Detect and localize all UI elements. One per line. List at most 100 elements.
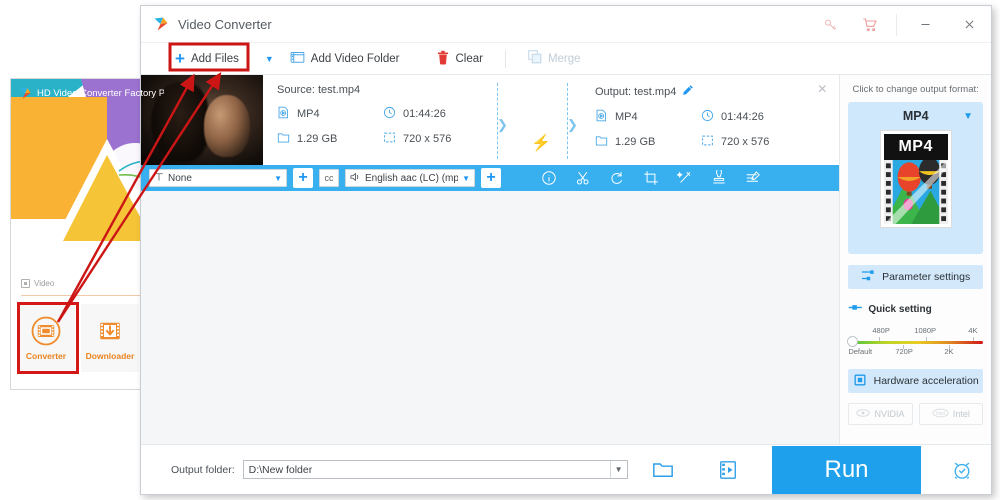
output-folder-input[interactable]: D:\New folder ▼ [242, 460, 628, 479]
conversion-separator: ❯ ❯ ⚡ [493, 75, 581, 165]
merge-icon [528, 50, 542, 67]
output-format: MP4 [615, 111, 638, 123]
audio-track-select[interactable]: English aac (LC) (mp ▼ [345, 169, 475, 187]
chevron-down-icon[interactable]: ▼ [963, 111, 973, 122]
chevron-right-icon-left: ❯ [497, 117, 508, 132]
content-area: Source: test.mp4 MP4 01:44:26 1.29 GB 72… [141, 75, 991, 460]
nvidia-label: NVIDIA [874, 409, 905, 419]
slider-track[interactable] [850, 341, 983, 344]
open-video-icon[interactable] [718, 460, 740, 480]
quick-setting-icon [848, 303, 863, 315]
app-logo-icon [19, 87, 32, 100]
output-info-pane: Output: test.mp4 MP4 01:44:26 1.29 GB 72… [581, 75, 839, 165]
clear-button[interactable]: Clear [431, 43, 488, 75]
format-hint: Click to change output format: [852, 84, 979, 95]
hardware-acceleration-label: Hardware acceleration [873, 375, 979, 387]
slider-handle[interactable] [847, 336, 859, 347]
nvidia-chip[interactable]: NVIDIA [848, 403, 913, 425]
audio-track-value: English aac (LC) (mp [365, 172, 459, 184]
rotate-icon[interactable] [609, 170, 625, 186]
quick-setting-row: Quick setting [848, 303, 983, 315]
alarm-clock-icon[interactable] [951, 459, 973, 486]
output-size-cell: 1.29 GB [595, 134, 701, 150]
add-subtitle-button[interactable]: + [293, 168, 313, 188]
window-controls [810, 6, 991, 43]
slider-label-1080p: 1080P [914, 326, 937, 335]
add-files-dropdown-icon[interactable]: ▼ [265, 54, 274, 64]
background-window-title: HD Video Converter Factory Pro [37, 88, 164, 99]
subtitle-edit-icon[interactable] [745, 170, 761, 186]
window-title: Video Converter [178, 16, 272, 32]
parameter-settings-button[interactable]: Parameter settings [848, 265, 983, 289]
clear-label: Clear [455, 52, 483, 65]
hardware-acceleration-button[interactable]: Hardware acceleration [848, 369, 983, 393]
pencil-icon[interactable] [682, 84, 694, 99]
trash-icon [437, 50, 449, 68]
source-size: 1.29 GB [297, 133, 338, 145]
closed-caption-button[interactable]: cc [319, 169, 339, 187]
format-thumbnail: MP4 [879, 130, 952, 228]
key-icon[interactable] [810, 6, 850, 43]
file-size-icon [277, 131, 290, 147]
subtitle-T-icon [154, 172, 164, 185]
app-logo-icon [153, 16, 169, 32]
format-icon [595, 109, 608, 125]
slider-label-4k: 4K [968, 326, 978, 335]
subtitle-select[interactable]: None ▼ [149, 169, 287, 187]
quick-setting-label: Quick setting [868, 303, 932, 315]
slider-label-720p: 720P [895, 347, 913, 356]
quality-slider[interactable]: 480P 1080P 4K Default 720P 2K [847, 326, 983, 360]
close-icon[interactable] [947, 6, 991, 43]
background-divider [21, 295, 157, 296]
chip-icon [853, 373, 867, 390]
slider-label-480p: 480P [872, 326, 890, 335]
merge-button[interactable]: Merge [522, 43, 587, 75]
run-button[interactable]: Run [772, 446, 921, 494]
source-size-cell: 1.29 GB [277, 131, 383, 147]
source-format-cell: MP4 [277, 106, 383, 122]
slider-label-2k: 2K [944, 347, 954, 356]
output-format-card[interactable]: MP4 ▼ MP4 [848, 102, 983, 254]
parameter-settings-label: Parameter settings [882, 271, 971, 283]
source-resolution: 720 x 576 [403, 133, 452, 145]
slider-bottom-labels: Default 720P 2K [848, 347, 983, 358]
screenshot-root: HD Video Converter Factory Pro Video Con… [0, 0, 1000, 500]
add-audio-button[interactable]: + [481, 168, 501, 188]
file-row[interactable]: Source: test.mp4 MP4 01:44:26 1.29 GB 72… [141, 75, 840, 165]
add-files-label: Add Files [190, 52, 239, 65]
output-duration-cell: 01:44:26 [701, 109, 839, 125]
background-section-label: Video [34, 279, 55, 288]
info-icon[interactable] [541, 170, 557, 186]
cut-icon[interactable] [575, 170, 591, 186]
add-files-button[interactable]: + Add Files [169, 43, 245, 75]
output-resolution-cell: 720 x 576 [701, 134, 839, 150]
chevron-down-icon[interactable]: ▼ [274, 174, 282, 183]
minimize-icon[interactable] [903, 6, 947, 43]
output-info-grid: MP4 01:44:26 1.29 GB 720 x 576 [595, 109, 839, 150]
acceleration-chips: NVIDIA intel Intel [848, 403, 984, 425]
cart-icon[interactable] [850, 6, 890, 43]
toolbar-divider [504, 49, 506, 68]
add-video-folder-button[interactable]: Add Video Folder [284, 43, 406, 75]
effects-icon[interactable] [676, 170, 693, 186]
clock-icon [701, 109, 714, 125]
output-duration: 01:44:26 [721, 111, 764, 123]
folder-open-icon[interactable] [652, 460, 674, 480]
output-format-sidebar: Click to change output format: MP4 ▼ MP4… [839, 75, 991, 460]
video-section-icon [21, 279, 30, 288]
resolution-icon [383, 131, 396, 147]
chevron-down-icon[interactable]: ▼ [609, 461, 627, 478]
slider-top-labels: 480P 1080P 4K [848, 326, 983, 337]
titlebar-separator [896, 13, 897, 36]
source-resolution-cell: 720 x 576 [383, 131, 493, 147]
crop-icon[interactable] [643, 170, 659, 186]
watermark-icon[interactable] [711, 168, 727, 186]
intel-chip[interactable]: intel Intel [918, 403, 984, 425]
output-folder-value: D:\New folder [248, 463, 313, 476]
background-tile-downloader[interactable]: Downloader [81, 304, 139, 372]
remove-file-icon[interactable]: ✕ [817, 82, 827, 96]
bottom-bar: Output folder: D:\New folder ▼ Run [141, 444, 991, 494]
chevron-down-icon[interactable]: ▼ [462, 174, 470, 183]
source-title-row: Source: test.mp4 [277, 84, 493, 96]
background-section-header: Video [21, 279, 54, 288]
